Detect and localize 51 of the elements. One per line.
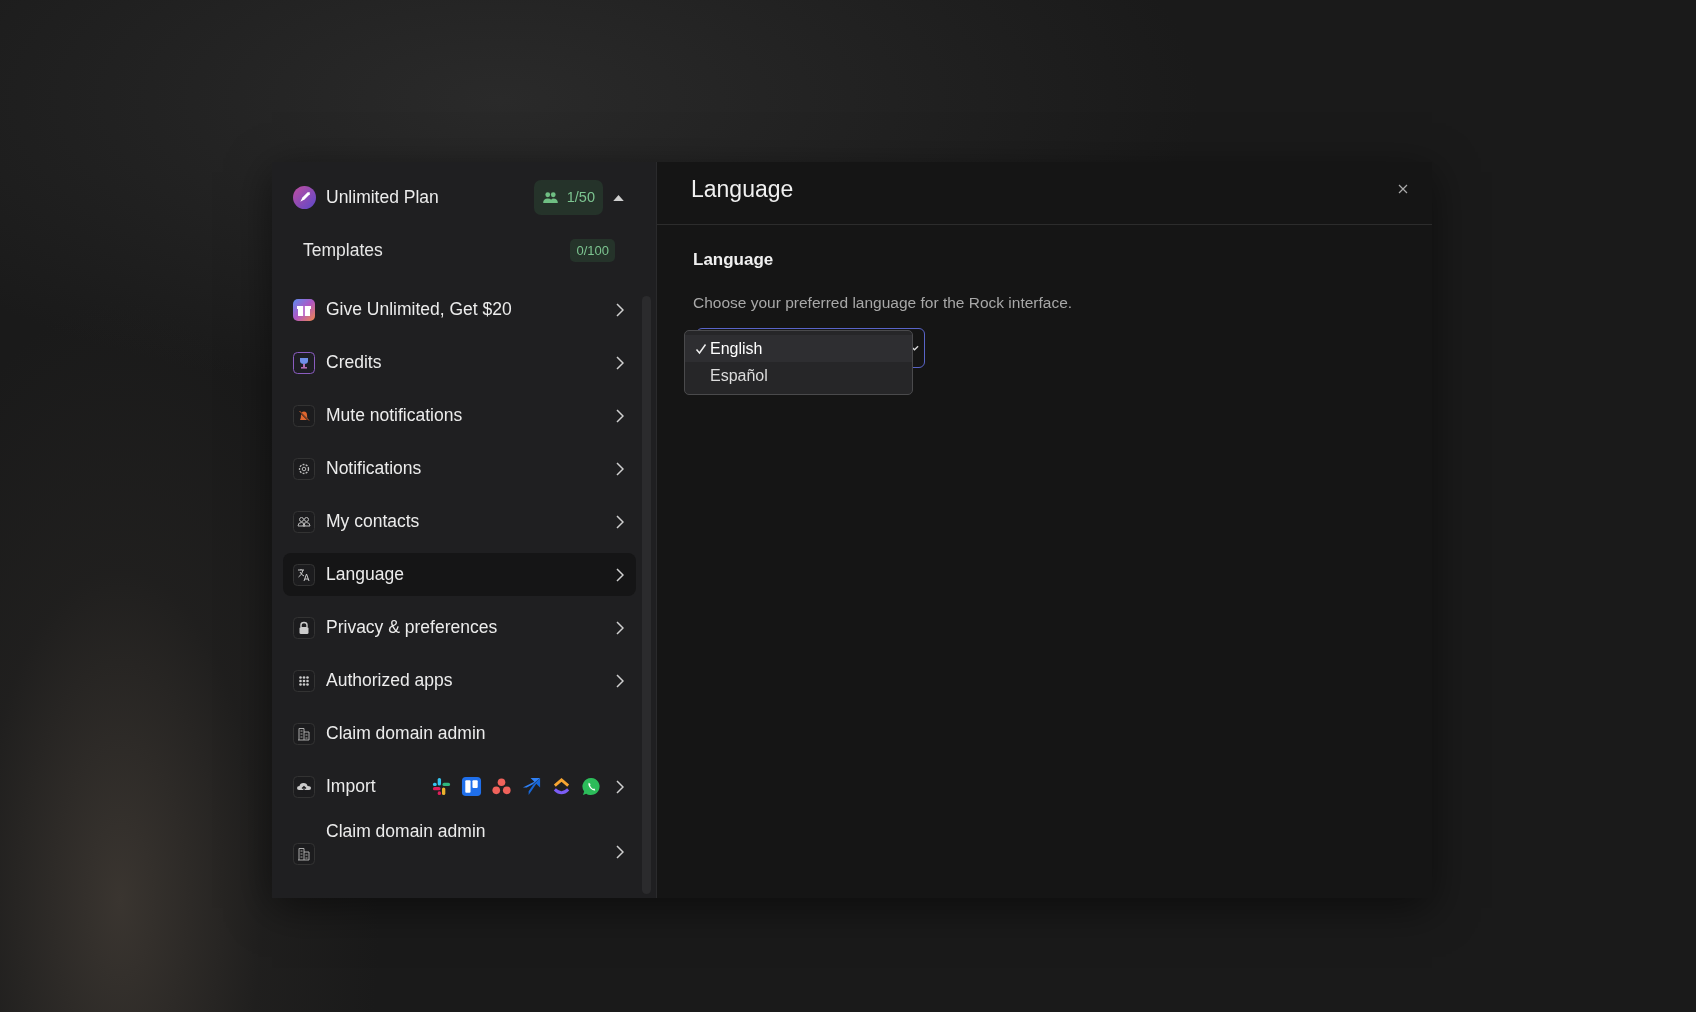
menu-item[interactable]: Notifications <box>283 447 636 490</box>
menu-item[interactable]: Give Unlimited, Get $20 <box>283 288 636 331</box>
menu-item-label: Mute notifications <box>326 405 464 426</box>
menu-item-label: Language <box>326 564 405 585</box>
close-icon[interactable] <box>1398 184 1408 194</box>
menu-item[interactable]: Language <box>283 553 636 596</box>
muted-bell-icon <box>293 404 315 427</box>
dropdown-option[interactable]: Español <box>685 362 912 389</box>
check-icon <box>695 342 707 355</box>
board-logo-icon <box>461 776 482 797</box>
section-title: Language <box>693 250 774 270</box>
menu-item-label: Import <box>326 776 377 797</box>
menu-item-label: Claim domain admin <box>326 723 487 744</box>
members-badge[interactable]: 1/50 <box>533 179 603 215</box>
section-description: Choose your preferred language for the Rock interface. <box>693 294 1073 312</box>
menu-item[interactable]: Credits <box>283 341 636 384</box>
menu-item[interactable]: My contacts <box>283 500 636 543</box>
chevrons-logo-icon <box>551 776 572 797</box>
templates-count: 0/100 <box>570 238 615 262</box>
menu-item-label: Credits <box>326 352 383 373</box>
menu-item-label: Privacy & preferences <box>326 617 499 638</box>
translate-icon <box>293 563 315 586</box>
menu-item-label: Give Unlimited, Get $20 <box>326 299 513 320</box>
menu-item-label: Authorized apps <box>326 670 454 691</box>
trophy-icon <box>293 351 315 374</box>
menu-item[interactable]: Claim domain admin <box>283 818 636 880</box>
lock-icon <box>293 616 315 639</box>
building-icon <box>293 722 315 745</box>
menu-item[interactable]: Mute notifications <box>283 394 636 437</box>
apps-grid-icon <box>293 669 315 692</box>
chat-bubble-logo-icon <box>581 776 602 797</box>
hashtag-logo-icon <box>431 776 452 797</box>
menu-item-label: Claim domain admin <box>326 821 487 842</box>
menu-item[interactable]: Import <box>283 765 636 808</box>
menu-item[interactable]: Authorized apps <box>283 659 636 702</box>
menu-item[interactable]: Privacy & preferences <box>283 606 636 649</box>
templates-label: Templates <box>303 239 384 261</box>
three-dots-logo-icon <box>491 776 512 797</box>
contacts-icon <box>293 510 315 533</box>
menu-item-label: My contacts <box>326 511 421 532</box>
people-icon <box>542 191 558 203</box>
caret-icon[interactable] <box>613 193 624 201</box>
plan-title: Unlimited Plan <box>326 186 440 208</box>
dialog-title: Language <box>691 175 795 203</box>
settings-icon <box>293 457 315 480</box>
dropdown-option[interactable]: English <box>685 335 912 362</box>
gift-icon <box>293 298 315 321</box>
building-icon <box>293 843 315 865</box>
menu-item-label: Notifications <box>326 458 423 479</box>
cloud-upload-icon <box>293 775 315 798</box>
menu-item[interactable]: Claim domain admin <box>283 712 636 755</box>
